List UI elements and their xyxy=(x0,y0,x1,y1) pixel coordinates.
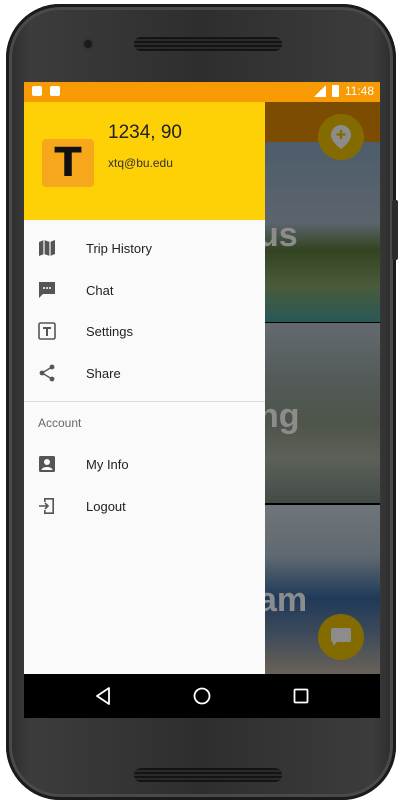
android-icon xyxy=(50,86,60,96)
user-email: xtq@bu.edu xyxy=(108,156,173,170)
menu-item-chat[interactable]: Chat xyxy=(24,270,265,310)
front-camera xyxy=(84,40,92,48)
recents-button[interactable] xyxy=(289,684,313,708)
menu-item-label: Settings xyxy=(86,323,133,339)
back-button[interactable] xyxy=(91,684,115,708)
logout-icon xyxy=(37,496,57,516)
bottom-speaker xyxy=(134,768,282,782)
home-button[interactable] xyxy=(190,684,214,708)
status-time: 11:48 xyxy=(344,84,374,98)
user-name: 1234, 90 xyxy=(108,122,182,143)
avatar[interactable]: T xyxy=(42,139,94,187)
chat-icon xyxy=(37,280,57,300)
sim-icon xyxy=(32,86,42,96)
drawer-header: T 1234, 90 xtq@bu.edu xyxy=(24,102,265,220)
avatar-letter: T xyxy=(54,140,82,186)
recents-square-icon xyxy=(293,688,309,704)
status-bar: 11:48 xyxy=(24,82,380,102)
share-icon xyxy=(37,363,57,383)
menu-item-logout[interactable]: Logout xyxy=(24,486,265,526)
menu-item-settings[interactable]: Settings xyxy=(24,311,265,351)
back-triangle-icon xyxy=(96,687,110,705)
menu-item-share[interactable]: Share xyxy=(24,353,265,393)
menu-item-label: Chat xyxy=(86,282,114,298)
section-header-account: Account xyxy=(38,416,82,430)
screen: 11:48 us ng am T 1234, 90 xtq@bu.edu Tri… xyxy=(24,82,380,718)
menu-item-label: Logout xyxy=(86,498,126,514)
home-circle-icon xyxy=(193,687,211,705)
menu-item-my-info[interactable]: My Info xyxy=(24,444,265,484)
divider xyxy=(24,401,265,402)
map-icon xyxy=(37,238,57,258)
person-icon xyxy=(37,454,57,474)
power-button[interactable] xyxy=(392,200,398,260)
settings-t-icon xyxy=(37,321,57,341)
navigation-bar xyxy=(24,674,380,718)
menu-item-label: Share xyxy=(86,365,121,381)
menu-item-label: Trip History xyxy=(86,240,152,256)
top-speaker xyxy=(134,37,282,51)
menu-item-trip-history[interactable]: Trip History xyxy=(24,228,265,268)
signal-icon xyxy=(313,85,326,97)
menu-item-label: My Info xyxy=(86,456,129,472)
navigation-drawer: T 1234, 90 xtq@bu.edu Trip History Chat … xyxy=(24,102,265,674)
battery-icon xyxy=(331,85,339,97)
